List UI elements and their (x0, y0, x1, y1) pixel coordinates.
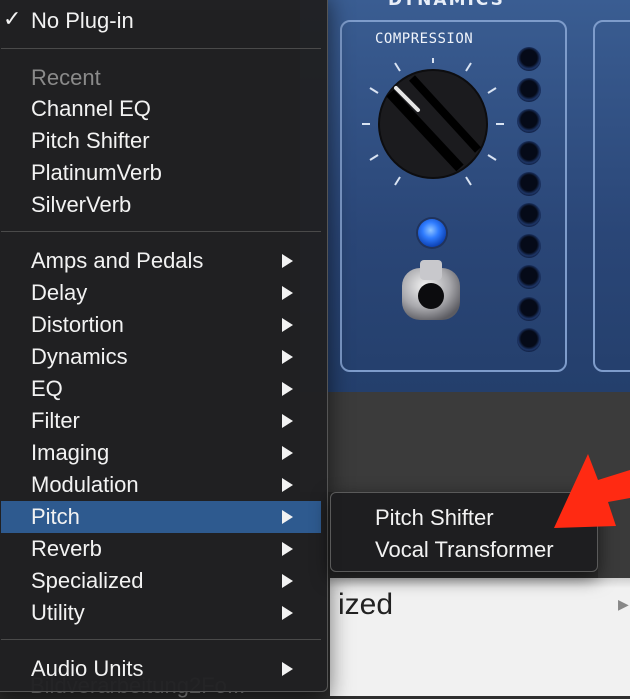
menu-item-recent[interactable]: Channel EQ (1, 93, 321, 125)
menu-item-recent[interactable]: Pitch Shifter (1, 125, 321, 157)
menu-item-specialized[interactable]: Specialized (1, 565, 321, 597)
menu-item-modulation[interactable]: Modulation (1, 469, 321, 501)
menu-item-distortion[interactable]: Distortion (1, 309, 321, 341)
triangle-right-icon (282, 478, 293, 492)
triangle-right-icon (282, 662, 293, 676)
menu-item-label: Modulation (31, 472, 139, 497)
triangle-right-icon (282, 606, 293, 620)
triangle-right-icon (282, 414, 293, 428)
menu-item-label: Audio Units (31, 656, 144, 681)
triangle-right-icon (282, 318, 293, 332)
menu-item-label: Distortion (31, 312, 124, 337)
menu-item-reverb[interactable]: Reverb (1, 533, 321, 565)
menu-item-utility[interactable]: Utility (1, 597, 321, 629)
adjacent-section (593, 20, 630, 372)
triangle-right-icon (282, 382, 293, 396)
menu-item-recent[interactable]: SilverVerb (1, 189, 321, 221)
menu-item-pitch[interactable]: Pitch (1, 501, 321, 533)
menu-item-delay[interactable]: Delay (1, 277, 321, 309)
triangle-right-icon (282, 574, 293, 588)
submenu-item-pitch-shifter[interactable]: Pitch Shifter (375, 505, 494, 531)
menu-item-audio-units[interactable]: Audio Units (1, 653, 321, 685)
triangle-right-icon (282, 446, 293, 460)
list-disclosure-icon: ▶ (618, 596, 629, 612)
menu-item-label: SilverVerb (31, 192, 132, 217)
triangle-right-icon (282, 254, 293, 268)
menu-separator (1, 231, 321, 232)
menu-separator (1, 48, 321, 49)
menu-item-label: No Plug-in (31, 8, 134, 33)
menu-item-label: Pitch Shifter (31, 128, 150, 153)
dynamics-title: DYNAMICS (388, 0, 505, 10)
menu-separator (1, 639, 321, 640)
menu-item-label: EQ (31, 376, 63, 401)
toggle-switch[interactable] (396, 258, 466, 328)
triangle-right-icon (282, 286, 293, 300)
menu-item-recent[interactable]: PlatinumVerb (1, 157, 321, 189)
menu-item-label: Dynamics (31, 344, 128, 369)
menu-item-label: Channel EQ (31, 96, 151, 121)
menu-item-imaging[interactable]: Imaging (1, 437, 321, 469)
triangle-right-icon (282, 510, 293, 524)
submenu-item-vocal-transformer[interactable]: Vocal Transformer (375, 537, 554, 563)
menu-item-label: Pitch (31, 504, 80, 529)
red-arrow-annotation (554, 454, 630, 528)
compression-label: COMPRESSION (375, 31, 474, 47)
menu-item-label: Delay (31, 280, 88, 305)
compression-knob[interactable] (360, 58, 510, 198)
triangle-right-icon (282, 350, 293, 364)
menu-item-label: Filter (31, 408, 80, 433)
plugin-menu: ✓ No Plug-in Recent Channel EQ Pitch Shi… (0, 0, 328, 692)
menu-item-amps-and-pedals[interactable]: Amps and Pedals (1, 245, 321, 277)
menu-item-label: Amps and Pedals (31, 248, 204, 273)
menu-item-dynamics[interactable]: Dynamics (1, 341, 321, 373)
menu-item-label: Reverb (31, 536, 102, 561)
menu-item-label: PlatinumVerb (31, 160, 162, 185)
menu-item-label: Imaging (31, 440, 110, 465)
menu-item-no-plugin[interactable]: ✓ No Plug-in (1, 5, 321, 37)
gain-reduction-meter (517, 47, 541, 359)
menu-item-label: Specialized (31, 568, 144, 593)
checkmark-icon: ✓ (3, 6, 22, 31)
triangle-right-icon (282, 542, 293, 556)
menu-item-eq[interactable]: EQ (1, 373, 321, 405)
partial-list-label: ized (338, 588, 394, 621)
menu-item-filter[interactable]: Filter (1, 405, 321, 437)
led-indicator (418, 219, 446, 247)
menu-item-label: Utility (31, 600, 85, 625)
recent-header: Recent (31, 65, 101, 90)
